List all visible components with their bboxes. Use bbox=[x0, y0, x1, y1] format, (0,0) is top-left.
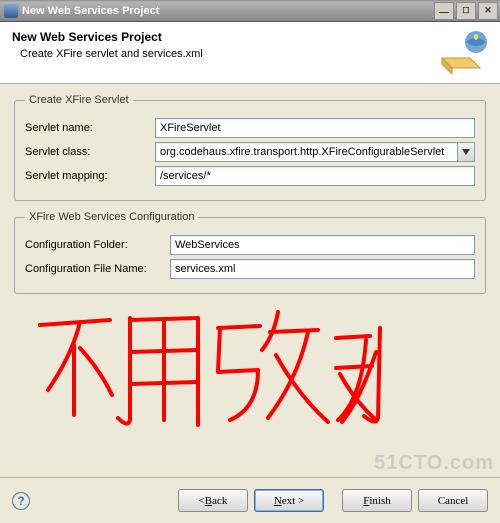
finish-button[interactable]: Finish bbox=[342, 489, 412, 512]
servlet-class-dropdown-button[interactable] bbox=[457, 142, 475, 162]
chevron-down-icon bbox=[462, 149, 470, 155]
servlet-name-label: Servlet name: bbox=[25, 122, 155, 134]
config-folder-input[interactable] bbox=[170, 235, 475, 255]
window-title: New Web Services Project bbox=[22, 5, 159, 17]
next-mnemonic: N bbox=[274, 495, 282, 507]
wizard-content: Create XFire Servlet Servlet name: Servl… bbox=[0, 84, 500, 294]
page-heading: New Web Services Project bbox=[12, 30, 488, 44]
cancel-button[interactable]: Cancel bbox=[418, 489, 488, 512]
minimize-button[interactable] bbox=[434, 2, 454, 20]
servlet-mapping-label: Servlet mapping: bbox=[25, 170, 155, 182]
handwritten-annotation bbox=[30, 300, 390, 450]
servlet-class-combo[interactable] bbox=[155, 142, 475, 162]
next-button[interactable]: Next > bbox=[254, 489, 324, 512]
window-icon bbox=[4, 4, 18, 18]
config-file-input[interactable] bbox=[170, 259, 475, 279]
wizard-banner: New Web Services Project Create XFire se… bbox=[0, 22, 500, 84]
xfire-config-group: XFire Web Services Configuration Configu… bbox=[14, 211, 486, 294]
wizard-icon bbox=[440, 28, 490, 76]
config-folder-label: Configuration Folder: bbox=[25, 239, 170, 251]
help-button[interactable]: ? bbox=[12, 492, 30, 510]
wizard-footer: ? < Back Next > Finish Cancel bbox=[0, 477, 500, 523]
maximize-button[interactable] bbox=[456, 2, 476, 20]
window-titlebar: New Web Services Project bbox=[0, 0, 500, 22]
servlet-name-input[interactable] bbox=[155, 118, 475, 138]
cancel-label: Cancel bbox=[438, 495, 469, 507]
finish-rest: inish bbox=[369, 495, 390, 507]
next-rest: ext > bbox=[282, 495, 304, 507]
create-servlet-legend: Create XFire Servlet bbox=[25, 94, 133, 106]
close-button[interactable] bbox=[478, 2, 498, 20]
back-rest: ack bbox=[212, 495, 227, 507]
back-button[interactable]: < Back bbox=[178, 489, 248, 512]
create-servlet-group: Create XFire Servlet Servlet name: Servl… bbox=[14, 94, 486, 201]
xfire-config-legend: XFire Web Services Configuration bbox=[25, 211, 198, 223]
page-subtitle: Create XFire servlet and services.xml bbox=[20, 48, 488, 60]
servlet-class-label: Servlet class: bbox=[25, 146, 155, 158]
config-file-label: Configuration File Name: bbox=[25, 263, 170, 275]
servlet-mapping-input[interactable] bbox=[155, 166, 475, 186]
watermark-main: 51CTO.com bbox=[374, 452, 494, 475]
back-mnemonic: B bbox=[205, 495, 212, 507]
servlet-class-input[interactable] bbox=[155, 142, 457, 162]
